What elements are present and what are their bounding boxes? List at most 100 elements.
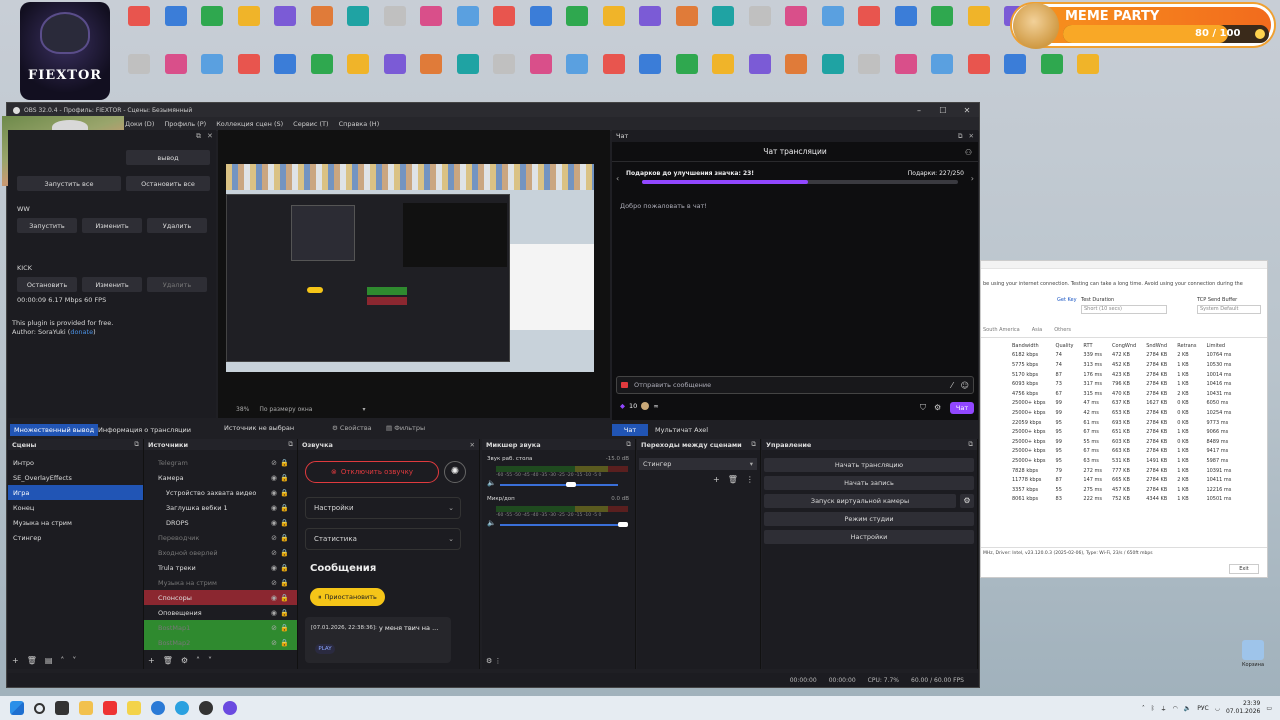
yandex-browser-icon[interactable] xyxy=(103,701,117,715)
lock-icon[interactable]: 🔒 xyxy=(280,564,289,572)
properties-button[interactable]: ⚙ Свойства xyxy=(332,424,372,432)
lock-icon[interactable]: 🔒 xyxy=(280,474,289,482)
volume-icon[interactable]: 🔈 xyxy=(1184,705,1191,712)
desktop-shortcut[interactable] xyxy=(266,6,304,48)
desktop-shortcut[interactable] xyxy=(741,6,779,48)
duration-select[interactable]: Short (10 secs) xyxy=(1081,305,1167,314)
transitions-float-icon[interactable]: ⧉ xyxy=(751,440,756,449)
tab-multichat[interactable]: Мультичат Axel xyxy=(655,424,708,436)
desktop-shortcut[interactable] xyxy=(777,6,815,48)
desktop-shortcut[interactable] xyxy=(120,54,158,96)
start-stream-button[interactable]: Начать трансляцию xyxy=(764,458,974,472)
source-item[interactable]: Оповещения ◉ 🔒 xyxy=(144,605,297,620)
users-icon[interactable]: ⚇ xyxy=(965,148,972,157)
desktop-shortcut[interactable] xyxy=(157,6,195,48)
search-icon[interactable] xyxy=(34,702,45,714)
desktop-shortcut[interactable] xyxy=(303,54,341,96)
desktop-shortcut[interactable] xyxy=(887,6,925,48)
region-south-america[interactable]: South America xyxy=(983,327,1020,333)
eye-icon[interactable]: ◉ xyxy=(271,594,277,602)
chat-close-icon[interactable]: ✕ xyxy=(969,132,974,140)
transition-select[interactable]: Стингер ▾ xyxy=(639,458,757,470)
add-scene-icon[interactable]: + xyxy=(12,656,19,665)
wifi-icon[interactable]: ◠ xyxy=(1173,705,1178,712)
desktop-shortcut[interactable] xyxy=(522,6,560,48)
desktop-shortcut[interactable] xyxy=(595,6,633,48)
lock-icon[interactable]: 🔒 xyxy=(280,534,289,542)
task-view-icon[interactable] xyxy=(55,701,69,715)
remove-transition-icon[interactable]: 🗑 xyxy=(728,475,738,484)
studio-mode-button[interactable]: Режим студии xyxy=(764,512,974,526)
source-up-icon[interactable]: ˄ xyxy=(196,656,200,665)
lock-icon[interactable]: 🔒 xyxy=(280,594,289,602)
get-key-link[interactable]: Get Key xyxy=(1057,297,1077,303)
file-explorer-icon[interactable] xyxy=(79,701,93,715)
theme-toggle[interactable]: ✺ xyxy=(444,461,466,483)
desktop-shortcut[interactable] xyxy=(376,6,414,48)
source-properties-icon[interactable]: ⚙ xyxy=(181,656,188,665)
desktop-shortcut[interactable] xyxy=(704,6,742,48)
remove-scene-icon[interactable]: 🗑 xyxy=(27,656,37,665)
desktop-shortcut[interactable] xyxy=(887,54,925,96)
voice-settings-section[interactable]: Настройки ⌄ xyxy=(305,497,461,519)
minimize-button[interactable]: – xyxy=(907,106,931,115)
close-window-button[interactable]: ✕ xyxy=(955,106,979,115)
kick-delete-button[interactable]: Удалить xyxy=(147,277,207,292)
mixer-settings-icon[interactable]: ⚙ ⋮ xyxy=(486,657,502,665)
eye-icon[interactable]: ◉ xyxy=(271,474,277,482)
preview-canvas[interactable] xyxy=(226,164,594,372)
slash-icon[interactable]: ⁄ xyxy=(951,381,952,390)
move-down-icon[interactable]: ˅ xyxy=(72,656,76,665)
eye-icon[interactable]: ◉ xyxy=(271,504,277,512)
hidden-icon[interactable]: ⊘ xyxy=(271,534,277,542)
emoji-icon[interactable]: ☺ xyxy=(961,381,969,390)
scene-item[interactable]: Стингер xyxy=(8,530,143,545)
desktop-shortcut[interactable] xyxy=(120,6,158,48)
desktop-shortcut[interactable] xyxy=(230,6,268,48)
ww-delete-button[interactable]: Удалить xyxy=(147,218,207,233)
desktop-shortcut[interactable] xyxy=(777,54,815,96)
hidden-icon[interactable]: ⊘ xyxy=(271,579,277,587)
desktop-shortcut[interactable] xyxy=(631,6,669,48)
notification-icon[interactable]: ▭ xyxy=(1266,705,1272,712)
chat-send-button[interactable]: Чат xyxy=(950,402,974,414)
menu-profile[interactable]: Профиль (P) xyxy=(164,120,206,128)
scene-item[interactable]: Музыка на стрим xyxy=(8,515,143,530)
eye-icon[interactable]: ◉ xyxy=(271,609,277,617)
telegram-icon[interactable] xyxy=(175,701,189,715)
source-item[interactable]: Камера ◉ 🔒 xyxy=(144,470,297,485)
desktop-shortcut[interactable] xyxy=(814,6,852,48)
tab-multi-output[interactable]: Множественный вывод xyxy=(10,424,99,436)
tab-stream-info[interactable]: Информация о трансляции xyxy=(98,424,191,436)
browser-icon[interactable] xyxy=(151,701,165,715)
eye-icon[interactable]: ◉ xyxy=(271,519,277,527)
desktop-shortcut[interactable] xyxy=(960,6,998,48)
lock-icon[interactable]: 🔒 xyxy=(280,624,289,632)
language-indicator[interactable]: РУС xyxy=(1197,705,1208,712)
desktop-shortcut[interactable] xyxy=(631,54,669,96)
exit-button[interactable]: Exit xyxy=(1229,564,1259,574)
source-item[interactable]: BostMap2 ⊘ 🔒 xyxy=(144,635,297,650)
desktop-shortcut[interactable] xyxy=(412,6,450,48)
desktop-shortcut[interactable] xyxy=(485,54,523,96)
lock-icon[interactable]: 🔒 xyxy=(280,639,289,647)
chevron-left-icon[interactable]: ‹ xyxy=(616,174,619,183)
source-item[interactable]: Устройство захвата видео ◉ 🔒 xyxy=(144,485,297,500)
streamer-app-icon[interactable] xyxy=(223,701,237,715)
desktop-shortcut[interactable] xyxy=(960,54,998,96)
lock-icon[interactable]: 🔒 xyxy=(280,549,289,557)
desktop-shortcut[interactable] xyxy=(522,54,560,96)
desktop-shortcut[interactable] xyxy=(558,54,596,96)
speaker-icon[interactable]: 🔈 xyxy=(487,479,496,487)
lock-icon[interactable]: 🔒 xyxy=(280,489,289,497)
source-down-icon[interactable]: ˅ xyxy=(208,656,212,665)
chat-settings-icon[interactable]: ⚙ xyxy=(934,403,941,412)
mic-volume-handle[interactable] xyxy=(618,522,628,527)
donate-link[interactable]: donate xyxy=(70,328,93,336)
menu-docks[interactable]: Доки (D) xyxy=(125,120,154,128)
buffer-select[interactable]: System Default xyxy=(1197,305,1261,314)
hidden-icon[interactable]: ⊘ xyxy=(271,624,277,632)
eye-icon[interactable]: ◉ xyxy=(271,564,277,572)
menu-tools[interactable]: Сервис (T) xyxy=(293,120,328,128)
desktop-shortcut[interactable] xyxy=(850,54,888,96)
